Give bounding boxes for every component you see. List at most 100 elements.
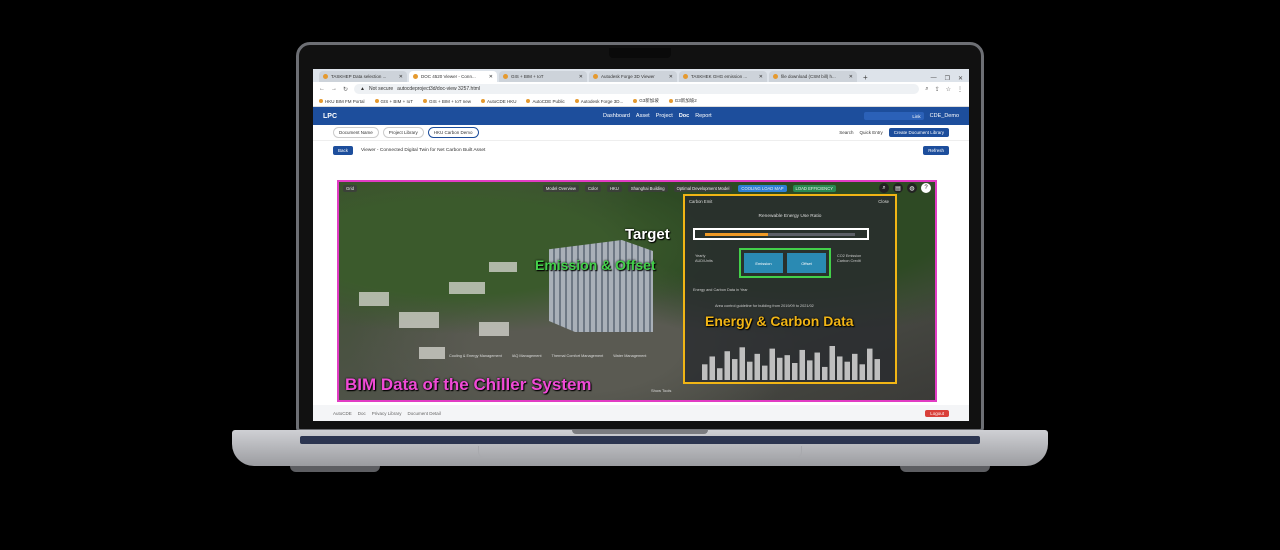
menu-icon[interactable]: ⋮ [957, 86, 963, 93]
tab-label: GIS + BIM + IoT [511, 74, 544, 79]
tab-label: file download (CSM bill) h... [781, 74, 836, 79]
refresh-button[interactable]: Refresh [923, 145, 949, 155]
stage: TASKHEP Data selection ... ✕ DOC 4520 Vie… [0, 0, 1280, 550]
browser-tab[interactable]: TASKHEP Data selection ... ✕ [319, 71, 407, 82]
bookmark[interactable]: AutoCDE HKU [480, 99, 516, 104]
nav-doc[interactable]: Doc [679, 113, 689, 119]
security-label: Not secure [368, 86, 394, 92]
menu-water[interactable]: Water Management [613, 354, 646, 358]
footer-link[interactable]: AutoCDE [333, 411, 352, 416]
menu-iaq[interactable]: IAQ Management [512, 354, 542, 358]
emission-offset-label: Emission & Offset [535, 257, 656, 273]
close-icon[interactable]: ✕ [849, 74, 853, 80]
crumb-project-library[interactable]: Project Library [382, 127, 424, 138]
building-block [479, 322, 509, 336]
bookmark[interactable]: AutoCDE Public [526, 99, 565, 104]
browser-tab[interactable]: GIS + BIM + IoT ✕ [499, 71, 587, 82]
footer-link[interactable]: Document Detail [408, 411, 441, 416]
toolbar-hku[interactable]: HKU [606, 184, 622, 192]
energy-bar [732, 359, 738, 380]
energy-bar [784, 355, 790, 380]
menu-cooling-energy[interactable]: Cooling & Energy Management [449, 354, 502, 358]
energy-carbon-label: Energy & Carbon Data [705, 313, 854, 329]
forward-arrow-icon[interactable]: → [331, 86, 337, 92]
close-icon[interactable]: ✕ [489, 74, 493, 80]
footer-link[interactable]: Doc [358, 411, 366, 416]
user-menu[interactable]: CDE_Demo [930, 113, 959, 119]
bookmark-icon [319, 99, 323, 103]
bookmark-icon [526, 99, 531, 103]
toolbar-model-overview[interactable]: Model Overview [542, 184, 579, 192]
search-link[interactable]: Search [839, 130, 853, 135]
panel-tab[interactable]: Carbon Emit [689, 199, 712, 204]
footer-link[interactable]: Privacy Library [372, 411, 402, 416]
menu-thermal-comfort[interactable]: Thermal Comfort Management [552, 354, 604, 358]
laptop-screen: TASKHEP Data selection ... ✕ DOC 4520 Vie… [313, 69, 969, 421]
close-icon[interactable]: ✕ [399, 74, 403, 80]
close-icon[interactable]: ✕ [669, 74, 673, 80]
browser-tab[interactable]: file download (CSM bill) h... ✕ [769, 71, 857, 82]
toolbar-shanghai-building[interactable]: Shanghai Building [627, 184, 668, 192]
logout-button[interactable]: Logout [925, 409, 949, 417]
viewer-menu[interactable]: Grid [343, 184, 357, 192]
browser-tab[interactable]: TASKHEK GHG emission ... ✕ [679, 71, 767, 82]
create-document-library-button[interactable]: Create Document Library [888, 128, 949, 137]
nav-dashboard[interactable]: Dashboard [603, 113, 630, 119]
bookmark-icon [374, 99, 379, 103]
maximize-icon[interactable]: ❐ [945, 75, 950, 82]
target-box [693, 228, 869, 240]
help-icon[interactable]: ? [921, 183, 931, 193]
back-button[interactable]: Back [333, 145, 354, 155]
bim-viewer[interactable]: Grid Model Overview Color HKU Shanghai B… [337, 180, 937, 402]
url-field[interactable]: ▲ Not secure autocdeproject3d/doc-view 3… [354, 84, 920, 94]
energy-bar [844, 361, 850, 380]
document-icon[interactable]: ▤ [893, 183, 903, 193]
star-icon[interactable]: ☆ [946, 86, 951, 93]
kpi-emission[interactable]: Emission [744, 253, 783, 273]
reload-icon[interactable]: ↻ [343, 86, 348, 93]
browser-tab-active[interactable]: DOC 4520 Viewer - Conn... ✕ [409, 71, 497, 82]
app-logo[interactable]: LPC [323, 113, 337, 120]
nav-project[interactable]: Project [656, 113, 673, 119]
panel-close-button[interactable]: Close [878, 199, 889, 204]
toolbar-optimal-development[interactable]: Optimal Development Model [673, 184, 733, 192]
globe-icon[interactable]: ◍ [907, 183, 917, 193]
new-tab-button[interactable]: + [859, 73, 872, 82]
favicon-icon [683, 74, 688, 79]
nav-right: Link CDE_Demo [863, 112, 959, 120]
minimize-icon[interactable]: — [931, 75, 937, 82]
bookmark[interactable]: GIS + BIM + IoT new [423, 99, 471, 104]
nav-report[interactable]: Report [695, 113, 712, 119]
energy-bar [829, 346, 835, 380]
bookmark[interactable]: G3新加坡2 [668, 98, 697, 104]
bookmark[interactable]: Autodesk Forge 3D... [574, 99, 623, 104]
toolbar-color[interactable]: Color [584, 184, 601, 192]
nav-asset[interactable]: Asset [636, 113, 650, 119]
global-search-input[interactable]: Link [863, 112, 924, 120]
toolbar-load-efficiency[interactable]: LOAD EFFICIENCY [792, 184, 837, 192]
close-icon[interactable]: ✕ [579, 74, 583, 80]
tower-model[interactable] [549, 240, 653, 332]
energy-carbon-panel: Carbon Emit Close Renewable Energy Use R… [683, 194, 897, 384]
toolbar-cooling-load[interactable]: COOLING LOAD MAP [738, 184, 787, 192]
search-icon[interactable]: ⌕ [879, 183, 889, 193]
browser-tabbar: TASKHEP Data selection ... ✕ DOC 4520 Vie… [313, 69, 969, 82]
energy-bar [754, 353, 760, 380]
tab-label: TASKHEK GHG emission ... [691, 74, 748, 79]
back-arrow-icon[interactable]: ← [319, 86, 325, 92]
kpi-offset[interactable]: Offset [787, 253, 826, 273]
quick-entry-dropdown[interactable]: Quick Entry [859, 130, 882, 135]
show-tools-button[interactable]: Show Tools [651, 388, 671, 393]
crumb-hku-carbon-demo[interactable]: HKU Carbon Demo [427, 127, 479, 138]
share-icon[interactable]: ⇪ [935, 86, 940, 93]
close-icon[interactable]: ✕ [759, 74, 763, 80]
energy-bar [777, 357, 783, 380]
bookmark[interactable]: G3新加坡 [633, 98, 659, 104]
close-window-icon[interactable]: ✕ [958, 75, 963, 82]
bookmark[interactable]: GIS + BIM + IoT [374, 99, 413, 104]
tab-label: TASKHEP Data selection ... [331, 74, 387, 79]
bookmark[interactable]: HKU BIM FM Portal [319, 99, 365, 104]
crumb-document-name[interactable]: Document Name [333, 127, 379, 138]
zoom-icon[interactable]: ⌕ [925, 86, 928, 93]
browser-tab[interactable]: Autodesk Forge 3D Viewer ✕ [589, 71, 677, 82]
